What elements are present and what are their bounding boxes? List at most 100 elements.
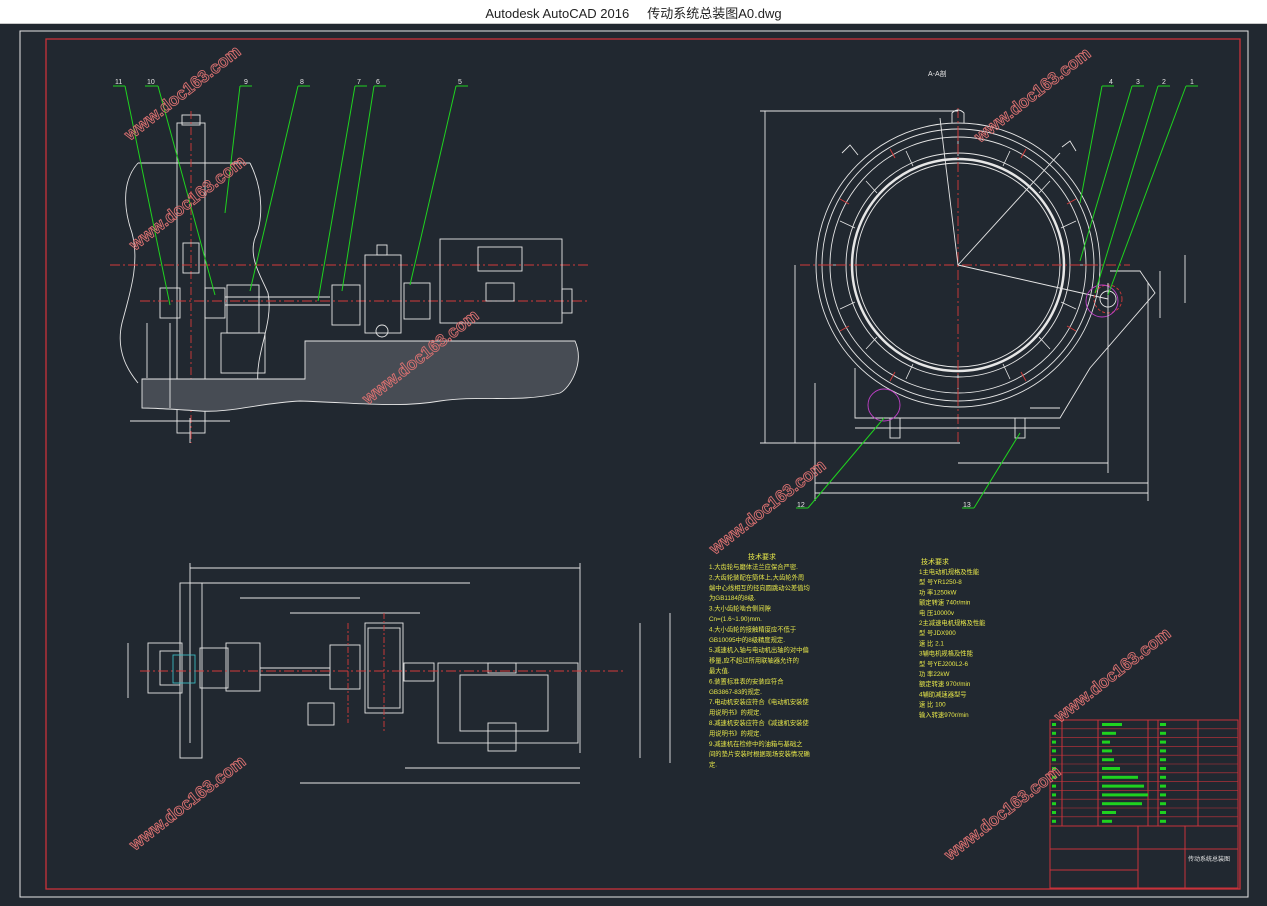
concrete-foundation — [141, 340, 579, 412]
tech-requirements-line: 2.大齿轮装配在筒体上,大齿轮外周 — [709, 572, 804, 581]
mill-shaft-plan — [179, 582, 203, 759]
sheet-outer-border — [19, 30, 1249, 898]
balloon-6: 6 — [376, 79, 380, 86]
coupling-plan-left-inner — [159, 650, 181, 686]
title-block-qty — [1160, 767, 1166, 770]
title-block-entry — [1102, 740, 1110, 744]
watermark-8: www.doc163.com — [1050, 624, 1174, 727]
balloon-7: 7 — [357, 79, 361, 86]
window-title: Autodesk AutoCAD 2016 传动系统总装图A0.dwg — [0, 3, 1267, 22]
tech-req-title: 技术要求 — [748, 552, 776, 561]
title-block-index — [1052, 731, 1056, 735]
coupling-highlight — [172, 654, 196, 684]
title-block-entry — [1102, 793, 1148, 797]
watermark-7: www.doc163.com — [940, 762, 1064, 865]
tech-requirements-line: 用说明书》的规定. — [709, 728, 761, 737]
title-block-qty — [1160, 749, 1166, 753]
aux-motor-plan — [307, 702, 335, 726]
title-block-qty — [1160, 740, 1166, 744]
tech-performance-line: 型 号YEJ200L2-6 — [919, 659, 968, 668]
balloon-1: 1 — [1190, 79, 1194, 86]
tech-performance-line: 3辅电机规格及性能 — [919, 649, 974, 658]
balloon-8: 8 — [300, 79, 304, 86]
coupling6-plan — [329, 644, 361, 690]
title-block-entry — [1102, 758, 1114, 762]
motor-terminal-plan — [487, 722, 517, 752]
tech-performance-line: 速 比 2.1 — [919, 638, 944, 647]
title-block-entry — [1102, 731, 1116, 735]
tech-requirements-line: 为GB1184的8级. — [709, 593, 756, 602]
title-block-qty — [1160, 775, 1166, 779]
marker-circle-bottom — [867, 388, 901, 422]
side-view-balloons: 11 10 9 8 7 6 5 — [115, 79, 462, 86]
side-view-leaders — [113, 85, 468, 306]
balloon-11: 11 — [115, 79, 122, 86]
balloon-4: 4 — [1109, 79, 1113, 86]
title-block-entry — [1102, 784, 1144, 788]
title-block-entry — [1102, 749, 1112, 753]
coupling-plan-right — [199, 647, 229, 689]
reducer-drain — [375, 324, 389, 338]
drawing-svg: 11 10 9 8 7 6 5 A-A剖 4 3 2 1 12 13 技术要求 … — [19, 30, 1249, 898]
tech-requirements-line: 端中心线相互的径向圆跳动公差值均 — [709, 583, 810, 592]
tech-requirements-line: GB3867-83的规定. — [709, 687, 762, 696]
title-block-index — [1052, 819, 1056, 823]
title-block-qty — [1160, 731, 1166, 735]
tech-performance-line: 型 号YR1250-8 — [919, 577, 962, 586]
tech-requirements-line: Cn=(1.6~1.90)mm. — [709, 616, 762, 623]
title-block-qty — [1160, 758, 1166, 762]
tech-requirements-line: GB10095中的8级精度规定. — [709, 635, 785, 644]
app-name: Autodesk AutoCAD 2016 — [485, 6, 630, 21]
tech-requirements-line: 6.装置标准表的安装应符合 — [709, 676, 784, 685]
title-block-index — [1052, 811, 1056, 814]
tech-requirements-line: 1.大齿轮与磨体法兰应保合严密. — [709, 562, 798, 571]
title-block-index — [1052, 802, 1056, 806]
side-elevation-view — [110, 111, 590, 443]
coupling-plan-left — [147, 642, 183, 694]
tech-requirements-line: 7.电动机安装应符合《电动机安装使 — [709, 697, 809, 706]
watermark-4: www.doc163.com — [970, 44, 1094, 147]
title-block-rows — [1050, 728, 1238, 818]
drawing-viewport[interactable]: 11 10 9 8 7 6 5 A-A剖 4 3 2 1 12 13 技术要求 … — [0, 23, 1267, 901]
title-block-qty — [1160, 784, 1166, 788]
title-block-entry — [1102, 811, 1116, 814]
base-frame — [854, 270, 1156, 419]
tech-requirements-line: 定. — [709, 760, 717, 769]
tech-performance-line: 额定转速 740r/min — [919, 598, 971, 607]
section-view — [760, 108, 1186, 501]
title-block-index — [1052, 740, 1056, 744]
title-block-qty — [1160, 819, 1166, 823]
balloon-3: 3 — [1136, 79, 1140, 86]
watermark-5: www.doc163.com — [705, 456, 829, 559]
tech-performance-line: 1主电动机规格及性能 — [919, 567, 980, 576]
coupling5-plan — [403, 662, 435, 682]
balloon-10: 10 — [147, 79, 155, 86]
coupling-6 — [331, 284, 361, 326]
file-name: 传动系统总装图A0.dwg — [647, 6, 782, 21]
tech-requirements-line: 用说明书》的规定. — [709, 708, 761, 717]
tech-requirements-line: 4.大小齿轮的接触精度应不低于 — [709, 624, 796, 633]
tech-requirements-line: 9.减速机在检修中的油箱与基础之 — [709, 739, 803, 748]
tech-performance-line: 额定转速 970r/min — [919, 679, 971, 688]
motor-nameplate — [485, 282, 515, 302]
title-block-entry — [1102, 767, 1120, 770]
main-motor — [439, 238, 563, 324]
watermark-2: www.doc163.com — [125, 152, 249, 255]
title-block-qty — [1160, 811, 1166, 814]
title-block-qty — [1160, 723, 1166, 726]
window-title-bar: Autodesk AutoCAD 2016 传动系统总装图A0.dwg — [0, 0, 1267, 24]
title-block-qty — [1160, 793, 1166, 797]
title-block-index — [1052, 723, 1056, 726]
watermarks: www.doc163.com www.doc163.com www.doc163… — [120, 41, 1175, 865]
balloon-5: 5 — [458, 79, 462, 86]
tech-requirements-line: 间的垫片安装时根据现场安装情况确 — [709, 749, 810, 758]
plan-view — [127, 563, 671, 784]
tech-performance-line: 功 率22kW — [919, 669, 949, 678]
title-block-index — [1052, 749, 1056, 753]
tech-requirements-line: 移量,应不超过所用联轴器允许的 — [709, 656, 799, 665]
bearing-plan — [225, 642, 261, 692]
lug-right — [1061, 140, 1077, 152]
title-block-index — [1052, 758, 1056, 762]
tech-performance-line: 功 率1250kW — [919, 587, 956, 596]
balloon-12: 12 — [797, 502, 805, 509]
